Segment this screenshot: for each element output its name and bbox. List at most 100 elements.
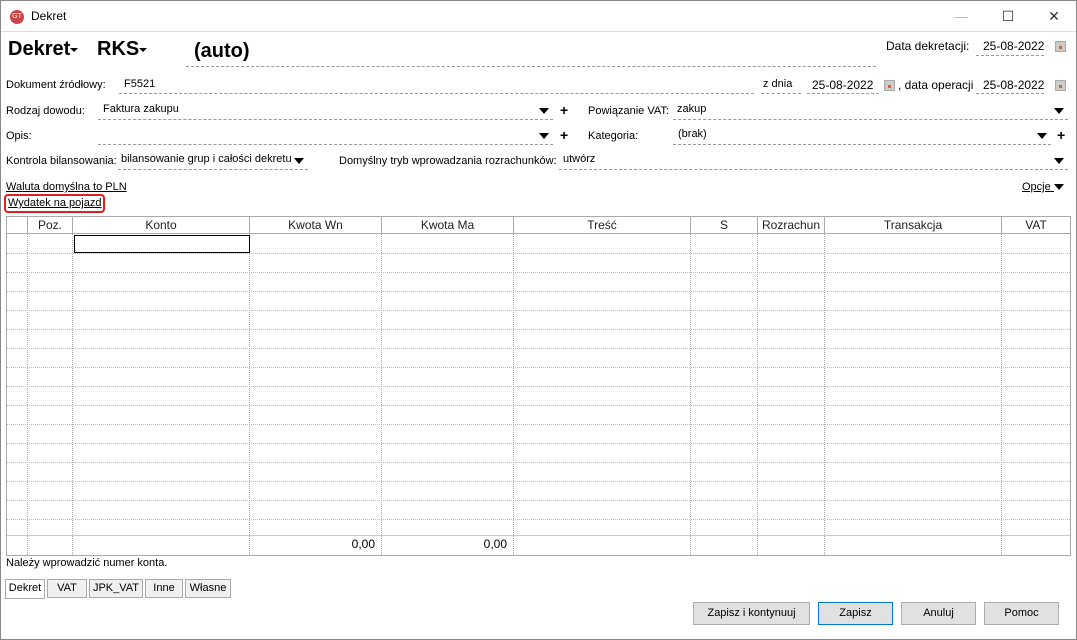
chevron-down-icon <box>1054 108 1064 114</box>
column-header[interactable]: S <box>691 217 758 234</box>
table-row <box>7 405 1070 406</box>
window-title: Dekret <box>31 9 67 23</box>
vehicle-expense-link[interactable]: Wydatek na pojazd <box>8 197 101 209</box>
chevron-down-icon <box>139 47 148 52</box>
chevron-down-icon <box>539 108 549 114</box>
column-header[interactable]: Transakcja <box>825 217 1002 234</box>
doc-type-dropdown[interactable]: Dekret <box>8 38 79 61</box>
vat-link-label: Powiązanie VAT: <box>588 105 669 117</box>
table-row <box>7 481 1070 482</box>
tab-wlasne[interactable]: Własne <box>185 579 231 598</box>
save-continue-button[interactable]: Zapisz i kontynuuj <box>693 602 810 625</box>
column-divider <box>27 234 28 555</box>
status-message: Należy wprowadzić numer konta. <box>6 557 168 569</box>
doc-number-field[interactable]: (auto) <box>186 40 876 67</box>
settlement-label: Domyślny tryb wprowadzania rozrachunków: <box>339 155 557 167</box>
chevron-down-icon <box>70 47 79 52</box>
column-divider <box>513 234 514 555</box>
help-button[interactable]: Pomoc <box>984 602 1059 625</box>
cancel-button[interactable]: Anuluj <box>901 602 976 625</box>
chevron-down-icon <box>539 133 549 139</box>
vehicle-expense-highlight: Wydatek na pojazd <box>4 194 106 213</box>
from-day-field[interactable]: 25-08-2022 <box>807 78 879 94</box>
add-category-button[interactable]: + <box>1057 127 1065 143</box>
column-header[interactable]: VAT <box>1002 217 1071 234</box>
add-proof-type-button[interactable]: + <box>560 102 568 118</box>
tab-dekret[interactable]: Dekret <box>5 579 45 599</box>
maximize-button[interactable]: ☐ <box>988 5 1028 27</box>
column-divider <box>757 234 758 555</box>
currency-link[interactable]: Waluta domyślna to PLN <box>6 181 127 193</box>
tab-inne[interactable]: Inne <box>145 579 183 598</box>
table-row <box>7 386 1070 387</box>
total-ma: 0,00 <box>483 537 507 551</box>
tab-jpk-vat[interactable]: JPK_VAT <box>89 579 143 598</box>
column-header[interactable] <box>7 217 28 234</box>
table-row <box>7 367 1070 368</box>
date-label: Data dekretacji: <box>886 39 970 53</box>
op-date-field[interactable]: 25-08-2022 <box>976 78 1044 94</box>
calendar-icon[interactable] <box>1055 41 1066 52</box>
options-menu[interactable]: Opcje <box>1022 181 1064 193</box>
add-desc-button[interactable]: + <box>560 127 568 143</box>
chevron-down-icon <box>294 158 304 164</box>
minimize-button[interactable]: — <box>941 5 981 27</box>
proof-type-label: Rodzaj dowodu: <box>6 105 85 117</box>
table-row <box>7 291 1070 292</box>
calendar-icon[interactable] <box>884 80 895 91</box>
category-value: (brak) <box>678 128 707 140</box>
dekret-window: GT Dekret — ☐ ✕ Dekret RKS (auto) Data d… <box>0 0 1077 640</box>
calendar-icon[interactable] <box>1055 80 1066 91</box>
totals-row <box>7 535 1070 536</box>
column-header[interactable]: Kwota Wn <box>250 217 382 234</box>
entries-grid[interactable]: Poz. Konto Kwota Wn Kwota Ma Treść S Rozrachun… <box>6 216 1071 556</box>
column-header[interactable]: Treść <box>514 217 691 234</box>
column-header[interactable]: Rozrachun <box>758 217 825 234</box>
proof-type-value: Faktura zakupu <box>103 103 179 115</box>
column-divider <box>824 234 825 555</box>
balance-select[interactable]: bilansowanie grup i całości dekretu <box>118 153 308 170</box>
app-logo-icon: GT <box>10 10 24 24</box>
table-row <box>7 443 1070 444</box>
table-row <box>7 272 1070 273</box>
source-doc-field[interactable]: F5521 <box>119 78 754 94</box>
column-divider <box>690 234 691 555</box>
settlement-value: utwórz <box>563 153 596 165</box>
column-header[interactable]: Kwota Ma <box>382 217 514 234</box>
doc-number-value: (auto) <box>194 40 250 62</box>
tab-vat[interactable]: VAT <box>47 579 87 598</box>
table-row <box>7 424 1070 425</box>
balance-label: Kontrola bilansowania: <box>6 155 117 167</box>
table-row <box>7 310 1070 311</box>
column-header[interactable]: Konto <box>73 217 250 234</box>
close-button[interactable]: ✕ <box>1034 5 1074 27</box>
chevron-down-icon <box>1053 184 1064 191</box>
title-bar: GT Dekret — ☐ ✕ <box>1 1 1076 32</box>
journal-label: RKS <box>97 38 140 60</box>
category-label: Kategoria: <box>588 130 639 142</box>
table-row <box>7 329 1070 330</box>
desc-select[interactable] <box>98 128 553 145</box>
table-row <box>7 500 1070 501</box>
column-divider <box>249 234 250 555</box>
category-select[interactable]: (brak) <box>673 128 1051 145</box>
table-row <box>7 253 1070 254</box>
active-cell-konto[interactable] <box>74 235 250 253</box>
save-button[interactable]: Zapisz <box>818 602 893 625</box>
op-date-label: , data operacji <box>898 78 974 92</box>
table-row <box>7 519 1070 520</box>
chevron-down-icon <box>1037 133 1047 139</box>
total-wn: 0,00 <box>351 537 375 551</box>
desc-label: Opis: <box>6 130 32 142</box>
proof-type-select[interactable]: Faktura zakupu <box>98 103 553 120</box>
settlement-select[interactable]: utwórz <box>559 153 1068 170</box>
date-field[interactable]: 25-08-2022 <box>976 39 1044 56</box>
column-header[interactable]: Poz. <box>28 217 73 234</box>
table-row <box>7 462 1070 463</box>
journal-dropdown[interactable]: RKS <box>97 38 148 61</box>
source-doc-label: Dokument źródłowy: <box>6 79 106 91</box>
vat-link-select[interactable]: zakup <box>673 103 1068 120</box>
column-divider <box>381 234 382 555</box>
vat-link-value: zakup <box>677 103 707 115</box>
table-row <box>7 348 1070 349</box>
